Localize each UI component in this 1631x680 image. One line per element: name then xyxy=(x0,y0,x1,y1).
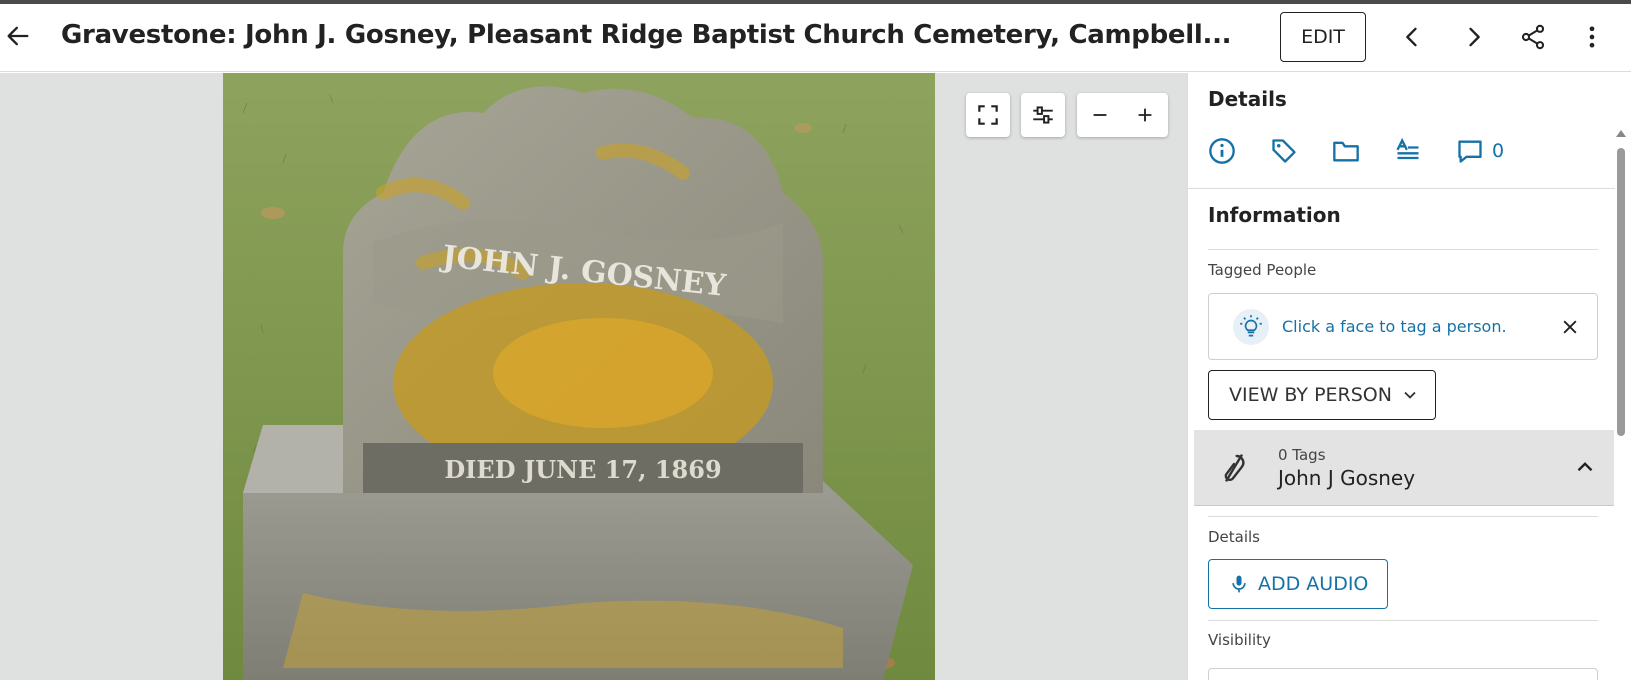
divider xyxy=(1208,620,1598,621)
tab-transcription[interactable] xyxy=(1394,136,1424,166)
page-title: Gravestone: John J. Gosney, Pleasant Rid… xyxy=(61,20,1232,50)
previous-button[interactable] xyxy=(1396,21,1428,53)
fullscreen-icon xyxy=(978,105,998,125)
zoom-controls xyxy=(1077,93,1168,137)
details-label: Details xyxy=(1208,528,1261,546)
divider xyxy=(1208,249,1598,250)
visibility-label: Visibility xyxy=(1208,631,1271,649)
text-icon xyxy=(1396,137,1419,160)
tag-icon xyxy=(1272,139,1296,163)
add-audio-label: ADD AUDIO xyxy=(1258,573,1369,595)
add-audio-button[interactable]: ADD AUDIO xyxy=(1208,559,1388,609)
tag-hint-box: Click a face to tag a person. xyxy=(1208,293,1598,360)
image-viewer: JOHN J. GOSNEY DIED JUNE 17, 1869 xyxy=(0,73,1187,680)
comment-count: 0 xyxy=(1492,140,1505,162)
person-name: John J Gosney xyxy=(1278,466,1416,490)
person-tag-count: 0 Tags xyxy=(1278,446,1326,464)
information-heading: Information xyxy=(1208,203,1341,227)
zoom-in-button[interactable] xyxy=(1122,93,1167,137)
share-icon xyxy=(1521,24,1545,50)
comment-icon xyxy=(1458,140,1482,163)
tab-comments[interactable]: 0 xyxy=(1456,136,1504,166)
tagged-person-row[interactable]: 0 Tags John J Gosney xyxy=(1194,430,1614,506)
more-options-button[interactable] xyxy=(1576,21,1608,53)
folder-icon xyxy=(1333,141,1359,162)
divider xyxy=(1208,516,1598,517)
info-icon xyxy=(1209,138,1235,164)
minus-icon xyxy=(1093,114,1106,116)
next-button[interactable] xyxy=(1458,21,1490,53)
panel-scrollbar[interactable] xyxy=(1615,128,1627,680)
back-button[interactable] xyxy=(2,20,34,52)
tab-folders[interactable] xyxy=(1332,136,1362,166)
close-icon xyxy=(1563,320,1577,334)
tag-hint-text[interactable]: Click a face to tag a person. xyxy=(1282,317,1507,336)
arrow-left-icon xyxy=(7,26,29,46)
gravestone-photo[interactable]: JOHN J. GOSNEY DIED JUNE 17, 1869 xyxy=(223,73,935,680)
divider xyxy=(1188,188,1615,189)
tab-info[interactable] xyxy=(1208,136,1238,166)
lightbulb-icon xyxy=(1233,309,1269,345)
chevron-up-icon[interactable] xyxy=(1572,454,1598,480)
view-by-person-button[interactable]: VIEW BY PERSON xyxy=(1208,370,1436,420)
header-bar: Gravestone: John J. Gosney, Pleasant Rid… xyxy=(0,4,1631,72)
edit-button[interactable]: EDIT xyxy=(1280,12,1366,62)
sliders-icon xyxy=(1033,106,1053,124)
inscription-date: DIED JUNE 17, 1869 xyxy=(444,455,721,484)
view-by-person-label: VIEW BY PERSON xyxy=(1229,384,1392,406)
chevron-down-icon xyxy=(1404,391,1416,399)
more-vertical-icon xyxy=(1589,26,1595,48)
fullscreen-button[interactable] xyxy=(966,93,1010,137)
share-button[interactable] xyxy=(1517,21,1549,53)
scroll-up-arrow[interactable] xyxy=(1616,130,1626,137)
details-tabs: 0 xyxy=(1208,135,1504,167)
tab-tags[interactable] xyxy=(1270,136,1300,166)
chevron-left-icon xyxy=(1406,27,1417,47)
adjust-button[interactable] xyxy=(1021,93,1065,137)
microphone-icon xyxy=(1232,575,1246,593)
details-panel: Details 0 Information Tagged People Clic… xyxy=(1187,73,1631,680)
visibility-select[interactable] xyxy=(1208,668,1598,680)
chevron-right-icon xyxy=(1469,27,1480,47)
panel-title: Details xyxy=(1208,87,1287,111)
zoom-out-button[interactable] xyxy=(1077,93,1122,137)
plus-icon xyxy=(1138,108,1151,122)
tag-off-icon xyxy=(1224,454,1245,482)
scroll-thumb[interactable] xyxy=(1617,148,1625,436)
dismiss-hint-button[interactable] xyxy=(1557,314,1583,340)
tagged-people-label: Tagged People xyxy=(1208,261,1317,279)
